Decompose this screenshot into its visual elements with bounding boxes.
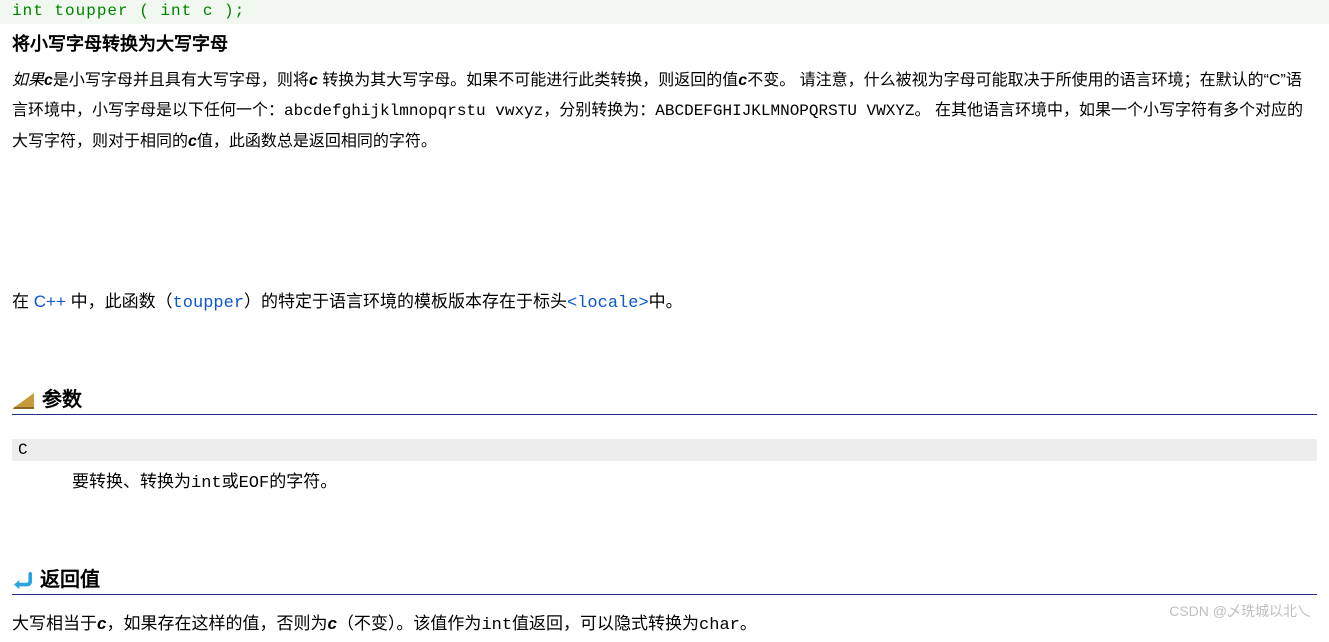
- param-description: 要转换、转换为int或EOF的字符。: [12, 461, 1317, 493]
- param-name-row: C: [12, 439, 1317, 461]
- var-c: c: [188, 133, 197, 150]
- section-header-params: 参数: [12, 383, 1317, 415]
- ret-text: （不变）。该值作为: [337, 614, 482, 633]
- desc-text: ，分别转换为：: [543, 102, 655, 119]
- related-text: 中，此函数（: [66, 292, 173, 311]
- related-text: 中。: [649, 292, 683, 311]
- ret-text: 大写相当于: [12, 614, 97, 633]
- desc-text: 如果: [12, 72, 44, 89]
- return-arrow-icon: [12, 572, 32, 590]
- section-title: 返回值: [40, 563, 100, 592]
- type-char: char: [699, 616, 740, 635]
- lowercase-set: abcdefghijklmnopqrstu vwxyz: [284, 102, 543, 120]
- related-note: 在 C++ 中，此函数（toupper）的特定于语言环境的模板版本存在于标头<l…: [12, 287, 1317, 313]
- toupper-link[interactable]: toupper: [173, 294, 244, 313]
- param-text: 的字符。: [269, 472, 337, 491]
- macro-eof: EOF: [239, 474, 270, 493]
- ret-text: 。: [740, 614, 757, 633]
- var-c: c: [327, 614, 336, 633]
- desc-text: 转换为其大写字母。如果不可能进行此类转换，则返回的值: [318, 72, 738, 89]
- triangle-ruler-icon: [12, 393, 34, 409]
- ret-text: 值返回，可以隐式转换为: [512, 614, 699, 633]
- desc-text: 是小写字母并且具有大写字母，则将: [53, 72, 309, 89]
- section-header-return: 返回值: [12, 563, 1317, 595]
- locale-header-link[interactable]: <locale>: [567, 294, 649, 313]
- param-text: 或: [222, 472, 239, 491]
- return-description: 大写相当于c，如果存在这样的值，否则为c（不变）。该值作为int值返回，可以隐式…: [12, 609, 1317, 642]
- cpp-link[interactable]: C++: [34, 292, 66, 311]
- uppercase-set: ABCDEFGHIJKLMNOPQRSTU VWXYZ: [655, 102, 914, 120]
- main-heading: 将小写字母转换为大写字母: [12, 30, 1317, 56]
- param-text: 要转换、转换为: [72, 472, 191, 491]
- var-c: c: [738, 72, 747, 89]
- related-text: 在: [12, 292, 34, 311]
- description-paragraph: 如果c是小写字母并且具有大写字母，则将c 转换为其大写字母。如果不可能进行此类转…: [12, 66, 1317, 157]
- var-c: c: [309, 72, 318, 89]
- type-int: int: [191, 474, 222, 493]
- prototype-text: int toupper ( int c );: [12, 2, 245, 20]
- ret-text: ，如果存在这样的值，否则为: [106, 614, 327, 633]
- type-int: int: [481, 616, 512, 635]
- prototype-bar: int toupper ( int c );: [0, 0, 1329, 24]
- related-text: ）的特定于语言环境的模板版本存在于标头: [244, 292, 567, 311]
- desc-text: 值，此函数总是返回相同的字符。: [197, 133, 437, 150]
- var-c: c: [44, 72, 53, 89]
- section-title: 参数: [42, 383, 82, 412]
